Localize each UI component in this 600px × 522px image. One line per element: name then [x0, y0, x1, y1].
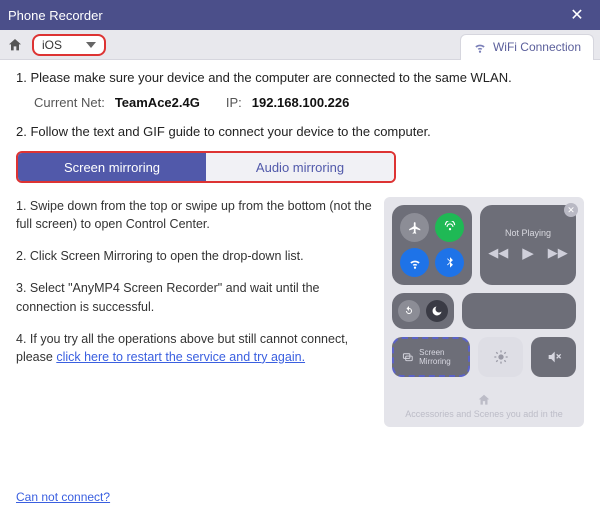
- moon-icon: [426, 300, 448, 322]
- accessories-text: Accessories and Scenes you add in the: [405, 409, 563, 419]
- connectivity-tile: [392, 205, 472, 285]
- cellular-icon: [435, 213, 464, 242]
- device-select[interactable]: iOS: [32, 34, 106, 56]
- ip-label: IP:: [226, 95, 242, 110]
- now-playing-tile: Not Playing ◀◀ ▶ ▶▶: [480, 205, 576, 285]
- instruction-4: 4. If you try all the operations above b…: [16, 330, 372, 366]
- preview-footer: Accessories and Scenes you add in the: [392, 393, 576, 419]
- instruction-2: 2. Click Screen Mirroring to open the dr…: [16, 247, 372, 265]
- play-icon: ▶: [522, 244, 534, 262]
- control-center-preview: ✕ Not Playing ◀◀ ▶ ▶▶: [384, 197, 584, 427]
- brightness-icon: [493, 349, 509, 365]
- tab-audio-label: Audio mirroring: [256, 160, 344, 175]
- preview-close-icon: ✕: [564, 203, 578, 217]
- restart-service-link[interactable]: click here to restart the service and tr…: [56, 350, 305, 364]
- spacer-tile: [462, 293, 576, 329]
- wifi-icon: [473, 40, 487, 54]
- home-icon-small: [477, 393, 491, 407]
- instruction-1: 1. Swipe down from the top or swipe up f…: [16, 197, 372, 233]
- wifi-tile-icon: [400, 248, 429, 277]
- wifi-tab-label: WiFi Connection: [493, 40, 581, 54]
- step-2-text: 2. Follow the text and GIF guide to conn…: [16, 124, 584, 139]
- window-title: Phone Recorder: [8, 8, 562, 23]
- tab-audio-mirroring[interactable]: Audio mirroring: [206, 153, 394, 181]
- screen-mirroring-label: Screen Mirroring: [419, 348, 460, 366]
- mirroring-tabs: Screen mirroring Audio mirroring: [16, 151, 396, 183]
- tab-wifi-connection[interactable]: WiFi Connection: [460, 34, 594, 60]
- brightness-tile: [478, 337, 523, 377]
- chevron-down-icon: [86, 42, 96, 48]
- step-1-text: 1. Please make sure your device and the …: [16, 70, 584, 85]
- instruction-3: 3. Select "AnyMP4 Screen Recorder" and w…: [16, 279, 372, 315]
- volume-mute-icon: [546, 349, 562, 365]
- cannot-connect-link[interactable]: Can not connect?: [16, 490, 110, 504]
- prev-track-icon: ◀◀: [488, 245, 508, 261]
- current-net-label: Current Net:: [34, 95, 105, 110]
- tab-screen-mirroring[interactable]: Screen mirroring: [18, 153, 206, 181]
- volume-tile: [531, 337, 576, 377]
- airplane-icon: [400, 213, 429, 242]
- screen-mirroring-icon: [402, 349, 413, 365]
- home-icon[interactable]: [6, 36, 24, 54]
- next-track-icon: ▶▶: [548, 245, 568, 261]
- tab-screen-label: Screen mirroring: [64, 160, 160, 175]
- current-net-value: TeamAce2.4G: [115, 95, 200, 110]
- bluetooth-icon: [435, 248, 464, 277]
- close-icon[interactable]: ✕: [562, 5, 592, 25]
- ip-value: 192.168.100.226: [252, 95, 350, 110]
- not-playing-label: Not Playing: [505, 228, 551, 238]
- screen-mirroring-tile: Screen Mirroring: [392, 337, 470, 377]
- rotation-lock-icon: [398, 300, 420, 322]
- rotation-dnd-tile: [392, 293, 454, 329]
- device-select-value: iOS: [42, 38, 62, 52]
